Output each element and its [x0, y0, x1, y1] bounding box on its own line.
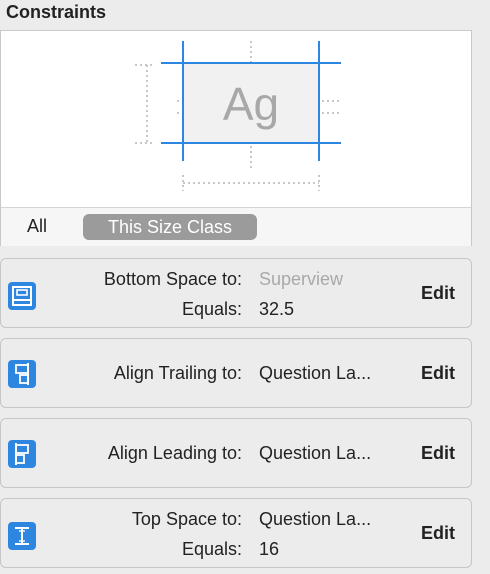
constraint-align-trailing[interactable]: Align Trailing to: Question La... Edit [0, 338, 472, 408]
edit-button[interactable]: Edit [421, 283, 455, 304]
constraint-target: Superview [259, 269, 344, 289]
constraint-target: Question La... [259, 443, 372, 463]
constraint-target: Question La... [259, 363, 372, 383]
preview-sample-text: Ag [223, 78, 279, 130]
section-title: Constraints [6, 2, 107, 22]
constraint-top-space[interactable]: Top Space to: Question La... Equals: 16 … [0, 498, 472, 568]
constraint-label: Align Trailing to: [113, 363, 242, 383]
preview-tabs: All This Size Class [1, 207, 471, 246]
constraints-diagram: Ag [135, 41, 341, 191]
edit-button[interactable]: Edit [421, 363, 455, 384]
constraint-label: Bottom Space to: [103, 269, 242, 289]
constant-label: Equals: [181, 539, 242, 559]
constraint-label: Top Space to: [131, 509, 242, 529]
tab-all[interactable]: All [27, 216, 47, 237]
align-trailing-icon [8, 360, 36, 388]
bottom-space-icon [8, 282, 36, 310]
align-leading-icon [8, 440, 36, 468]
constant-value: 32.5 [259, 299, 295, 319]
constraint-target: Question La... [259, 509, 372, 529]
edit-button[interactable]: Edit [421, 523, 455, 544]
top-space-icon [8, 522, 36, 550]
constraint-align-leading[interactable]: Align Leading to: Question La... Edit [0, 418, 472, 488]
edit-button[interactable]: Edit [421, 443, 455, 464]
constraints-preview: Ag All This Size Class [0, 30, 472, 246]
constraint-label: Align Leading to: [107, 443, 242, 463]
tab-this-size-class[interactable]: This Size Class [83, 214, 257, 240]
constant-label: Equals: [181, 299, 242, 319]
constant-value: 16 [259, 539, 280, 559]
constraint-bottom-space[interactable]: Bottom Space to: Superview Equals: 32.5 … [0, 258, 472, 328]
